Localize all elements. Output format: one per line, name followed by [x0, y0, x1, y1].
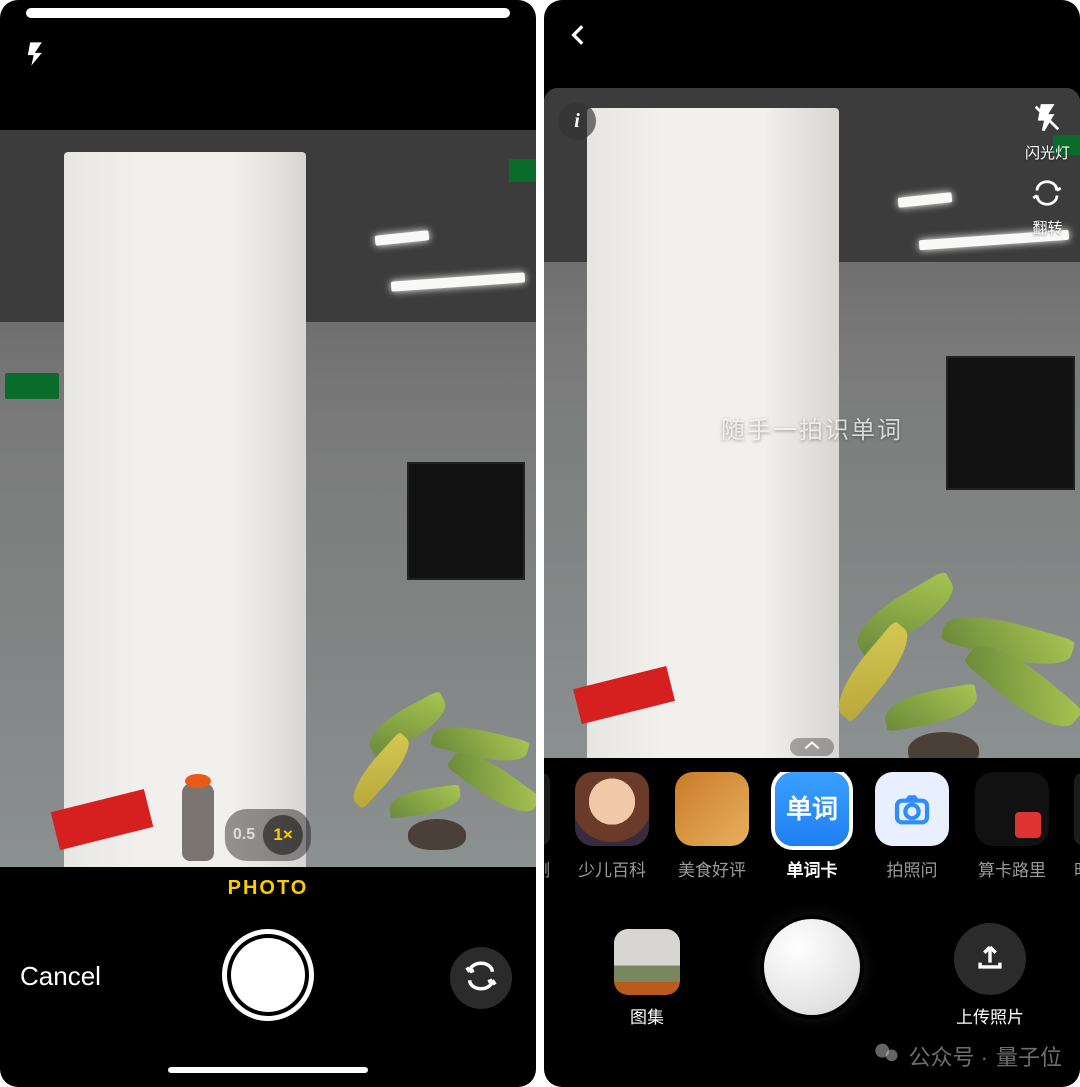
mode-label: 算卡路里: [978, 856, 1046, 881]
viewfinder-controls: 闪光灯 翻转: [1025, 102, 1070, 238]
switch-camera-button[interactable]: [450, 947, 512, 1009]
mode-label: 检测: [544, 856, 550, 881]
viewfinder-hint-text: 随手一拍识单词: [544, 410, 1080, 445]
camera-viewfinder[interactable]: i 闪光灯 翻转 随手一拍识单词: [544, 88, 1080, 758]
upload-icon: [973, 940, 1007, 979]
zoom-selector[interactable]: 0.5 1×: [225, 809, 311, 861]
zoom-option-1x[interactable]: 1×: [263, 815, 303, 855]
bottom-controls: PHOTO Cancel: [0, 873, 536, 1073]
mode-label: 时分: [1074, 856, 1080, 881]
mode-icon-food: [675, 772, 749, 846]
mode-label: 美食好评: [678, 856, 746, 881]
mode-item-word-card[interactable]: 单词 单词卡: [773, 772, 851, 881]
mode-carousel[interactable]: 检测 少儿百科 美食好评 单词 单词卡: [544, 772, 1080, 902]
mode-item-food-review[interactable]: 美食好评: [673, 772, 751, 881]
shutter-inner: [231, 938, 305, 1012]
scene-preview: 0.5 1×: [0, 130, 536, 867]
gallery-button[interactable]: 图集: [614, 929, 680, 1028]
status-bar: [26, 8, 510, 18]
mode-icon-detect: [544, 772, 550, 846]
gallery-thumbnail: [614, 929, 680, 995]
mode-icon-time: [1074, 772, 1080, 846]
mode-item-photo-ask[interactable]: 拍照问: [873, 772, 951, 881]
chevron-up-icon: [802, 738, 822, 757]
shutter-button[interactable]: [764, 919, 860, 1015]
switch-camera-icon: [464, 959, 498, 998]
mode-icon-kids: [575, 772, 649, 846]
chevron-left-icon: [566, 35, 592, 52]
expand-up-button[interactable]: [790, 738, 834, 756]
info-button[interactable]: i: [558, 102, 596, 140]
shutter-button[interactable]: [222, 929, 314, 1021]
flash-label: 闪光灯: [1025, 142, 1070, 163]
mode-icon-word-card: 单词: [775, 772, 849, 846]
mode-icon-camera: [875, 772, 949, 846]
bottom-controls: 图集 上传照片: [544, 919, 1080, 1069]
upload-label: 上传照片: [956, 1003, 1024, 1028]
zoom-option-wide[interactable]: 0.5: [233, 826, 255, 844]
home-indicator[interactable]: [168, 1067, 368, 1073]
flash-control[interactable]: 闪光灯: [1025, 102, 1070, 163]
flip-label: 翻转: [1032, 217, 1062, 238]
mode-icon-calorie: [975, 772, 1049, 846]
cancel-button[interactable]: Cancel: [20, 961, 101, 992]
gallery-label: 图集: [630, 1003, 664, 1028]
flip-control[interactable]: 翻转: [1029, 177, 1065, 238]
flip-icon: [1032, 178, 1062, 213]
mode-label: 拍照问: [887, 856, 938, 881]
mode-item-kids-encyclopedia[interactable]: 少儿百科: [573, 772, 651, 881]
capture-mode-label[interactable]: PHOTO: [0, 877, 536, 900]
mode-label: 单词卡: [787, 856, 838, 881]
right-phone-scan-app: i 闪光灯 翻转 随手一拍识单词: [544, 0, 1080, 1087]
mode-label: 少儿百科: [578, 856, 646, 881]
back-button[interactable]: [566, 22, 592, 53]
camera-viewfinder[interactable]: 0.5 1×: [0, 130, 536, 867]
flash-icon: [22, 55, 50, 72]
flash-off-icon: [1032, 103, 1062, 138]
left-phone-camera-app: 0.5 1× PHOTO Cancel: [0, 0, 536, 1087]
mode-item-calorie[interactable]: 算卡路里: [973, 772, 1051, 881]
mode-item-time[interactable]: 时分: [1073, 772, 1080, 881]
info-icon: i: [574, 110, 580, 133]
flash-toggle[interactable]: [22, 40, 50, 73]
upload-photo-button[interactable]: 上传照片: [954, 923, 1026, 1028]
side-by-side-container: 0.5 1× PHOTO Cancel: [0, 0, 1080, 1087]
mode-item-detect[interactable]: 检测: [544, 772, 551, 881]
